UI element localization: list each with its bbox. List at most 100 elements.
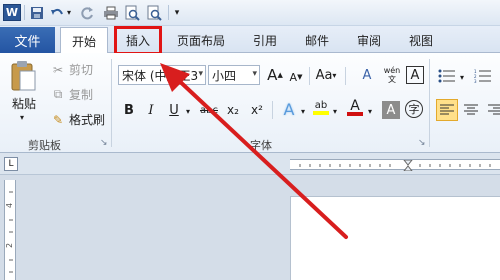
undo-dropdown-icon[interactable]: ▾	[65, 4, 73, 21]
ruler-label: 2	[5, 242, 15, 249]
clipboard-dialog-launcher-icon[interactable]: ↘	[100, 138, 108, 148]
font-color-icon[interactable]: A	[345, 99, 365, 117]
copy-label: 复制	[69, 88, 94, 102]
customize-icon[interactable]: ▾	[172, 4, 182, 21]
change-case-icon[interactable]: Aa ▾	[314, 66, 338, 84]
divider	[429, 59, 430, 147]
numbering-icon[interactable]: 123	[472, 65, 494, 87]
underline-label: U	[169, 102, 179, 118]
text-effects-icon[interactable]: A	[280, 99, 298, 119]
word-logo-icon[interactable]: W	[3, 4, 21, 21]
shrink-font-icon[interactable]: A ▼	[287, 68, 305, 86]
paste-dropdown-icon[interactable]: ▾	[20, 113, 24, 122]
paste-icon[interactable]	[6, 57, 40, 97]
grow-font-label: A	[267, 66, 278, 84]
font-name-value: 宋体 (中文正3	[122, 68, 199, 83]
text-effects-label: A	[283, 99, 295, 119]
superscript-button[interactable]: x²	[248, 101, 266, 119]
copy-button[interactable]: ⧉ 复制	[50, 86, 93, 103]
chevron-down-icon[interactable]: ▾	[365, 102, 375, 120]
bold-label: B	[124, 102, 134, 118]
font-color-label: A	[350, 98, 360, 114]
subscript-label: x₂	[227, 103, 239, 117]
font-size-select[interactable]: 小四 ▾	[208, 65, 260, 85]
divider	[111, 59, 112, 147]
insert-tab-highlight	[114, 26, 162, 55]
paste-button[interactable]: 粘贴	[12, 95, 36, 112]
svg-text:3: 3	[474, 79, 477, 83]
font-dialog-launcher-icon[interactable]: ↘	[418, 138, 426, 148]
change-case-label: Aa	[315, 67, 333, 83]
print-preview-edit-icon[interactable]	[146, 4, 162, 21]
align-left-button[interactable]	[436, 99, 458, 121]
highlight-icon[interactable]: ab	[311, 99, 331, 117]
strikethrough-label: abc	[200, 104, 218, 116]
clipboard-group-label: 剪贴板	[28, 139, 61, 152]
tab-review[interactable]: 审阅	[349, 27, 389, 53]
tab-references[interactable]: 引用	[245, 27, 285, 53]
tab-page-layout[interactable]: 页面布局	[170, 27, 232, 53]
clear-formatting-label: A	[362, 67, 372, 83]
subscript-button[interactable]: x₂	[224, 101, 242, 119]
tab-view[interactable]: 视图	[401, 27, 441, 53]
divider	[24, 5, 25, 20]
chevron-down-icon: ▾	[252, 69, 257, 79]
font-color-bar	[347, 112, 363, 116]
divider	[345, 67, 346, 85]
format-painter-button[interactable]: ✎ 格式刷	[50, 111, 105, 128]
chevron-down-icon[interactable]: ▾	[457, 68, 467, 86]
cut-label: 剪切	[69, 63, 94, 77]
vertical-ruler[interactable]: 4 2	[4, 180, 16, 280]
italic-button[interactable]: I	[142, 101, 160, 119]
chevron-down-icon: ▾	[198, 69, 203, 79]
quick-access-toolbar: W ▾ ▾	[0, 0, 500, 26]
divider	[272, 101, 273, 119]
align-center-button[interactable]	[460, 99, 482, 121]
divider	[168, 5, 169, 20]
copy-icon: ⧉	[53, 87, 63, 101]
redo-icon[interactable]	[80, 4, 94, 21]
underline-button[interactable]: U	[165, 101, 183, 119]
character-border-icon[interactable]: A	[406, 66, 424, 84]
ruler-label: 4	[5, 202, 15, 209]
tab-home[interactable]: 开始	[60, 27, 108, 54]
clear-formatting-icon[interactable]: A	[358, 66, 376, 84]
document-page[interactable]	[290, 196, 500, 280]
italic-label: I	[148, 102, 154, 118]
chevron-down-icon[interactable]: ▾	[330, 102, 340, 120]
chevron-down-icon[interactable]: ▾	[298, 102, 308, 120]
print-preview-icon[interactable]	[124, 4, 140, 21]
divider	[309, 67, 310, 85]
horizontal-ruler[interactable]	[290, 159, 500, 172]
highlight-label: ab	[314, 100, 328, 111]
document-area: 4 2	[0, 175, 500, 280]
tab-selector-icon[interactable]: L	[4, 157, 18, 171]
print-icon[interactable]	[103, 4, 119, 21]
bold-button[interactable]: B	[120, 101, 138, 119]
character-shading-label: A	[386, 102, 396, 118]
undo-icon[interactable]	[50, 4, 64, 21]
format-painter-label: 格式刷	[69, 113, 106, 127]
brush-icon: ✎	[52, 112, 64, 127]
font-name-select[interactable]: 宋体 (中文正3 ▾	[118, 65, 206, 85]
phonetic-label: wén	[383, 66, 401, 75]
bullets-icon[interactable]	[436, 65, 458, 87]
grow-font-icon[interactable]: A ▲	[266, 66, 284, 84]
shrink-font-label: A	[289, 70, 298, 84]
underline-dropdown-icon[interactable]: ▾	[183, 102, 193, 120]
enclose-characters-label: 字	[408, 103, 420, 116]
character-shading-icon[interactable]: A	[382, 101, 400, 119]
save-icon[interactable]	[29, 4, 45, 21]
phonetic-guide-icon[interactable]: wén 文	[381, 66, 403, 84]
cut-button[interactable]: ✂ 剪切	[50, 61, 93, 78]
enclose-characters-icon[interactable]: 字	[405, 100, 423, 118]
align-right-button[interactable]	[484, 99, 500, 121]
tab-mailings[interactable]: 邮件	[297, 27, 337, 53]
font-group-label: 字体	[250, 139, 272, 152]
highlight-color-bar	[313, 111, 329, 115]
ribbon-tabs: 文件 开始 插入 页面布局 引用 邮件 审阅 视图	[0, 26, 500, 54]
strikethrough-button[interactable]: abc	[198, 101, 220, 119]
tab-file[interactable]: 文件	[0, 27, 55, 53]
scissors-icon: ✂	[52, 62, 64, 77]
ruler-bar: L	[0, 153, 500, 175]
